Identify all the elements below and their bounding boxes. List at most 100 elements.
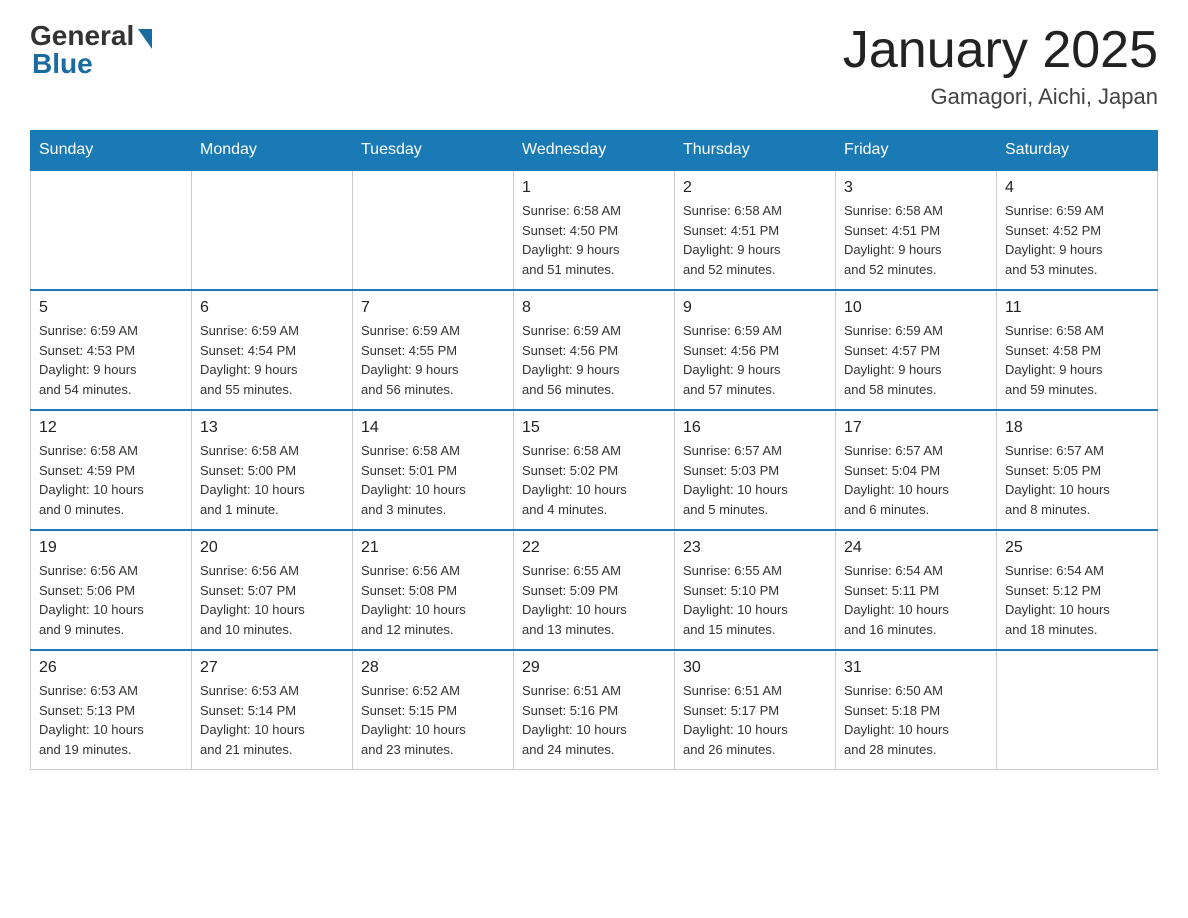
day-info: Sunrise: 6:59 AM Sunset: 4:55 PM Dayligh…	[361, 321, 505, 399]
calendar-cell: 24Sunrise: 6:54 AM Sunset: 5:11 PM Dayli…	[836, 530, 997, 650]
day-number: 13	[200, 419, 344, 437]
calendar-cell: 7 Sunrise: 6:59 AM Sunset: 4:55 PM Daylig…	[353, 290, 514, 410]
day-number: 27	[200, 659, 344, 677]
day-info: Sunrise: 6:57 AM Sunset: 5:05 PM Dayligh…	[1005, 441, 1149, 519]
calendar-cell: 10Sunrise: 6:59 AM Sunset: 4:57 PM Dayli…	[836, 290, 997, 410]
day-info: Sunrise: 6:53 AM Sunset: 5:13 PM Dayligh…	[39, 681, 183, 759]
calendar-cell: 8 Sunrise: 6:59 AM Sunset: 4:56 PM Daylig…	[514, 290, 675, 410]
day-number: 17	[844, 419, 988, 437]
calendar-cell	[192, 170, 353, 290]
day-number: 20	[200, 539, 344, 557]
day-number: 2	[683, 179, 827, 197]
day-number: 6	[200, 299, 344, 317]
day-info: Sunrise: 6:58 AM Sunset: 5:01 PM Dayligh…	[361, 441, 505, 519]
day-info: Sunrise: 6:57 AM Sunset: 5:03 PM Dayligh…	[683, 441, 827, 519]
weekday-header-tuesday: Tuesday	[353, 131, 514, 171]
day-number: 30	[683, 659, 827, 677]
day-number: 23	[683, 539, 827, 557]
day-info: Sunrise: 6:53 AM Sunset: 5:14 PM Dayligh…	[200, 681, 344, 759]
day-info: Sunrise: 6:56 AM Sunset: 5:08 PM Dayligh…	[361, 561, 505, 639]
calendar-cell: 27 Sunrise: 6:53 AM Sunset: 5:14 PM Dayli…	[192, 650, 353, 770]
day-info: Sunrise: 6:56 AM Sunset: 5:07 PM Dayligh…	[200, 561, 344, 639]
calendar-cell: 12 Sunrise: 6:58 AM Sunset: 4:59 PM Dayli…	[31, 410, 192, 530]
day-number: 14	[361, 419, 505, 437]
day-info: Sunrise: 6:58 AM Sunset: 5:00 PM Dayligh…	[200, 441, 344, 519]
day-number: 21	[361, 539, 505, 557]
day-info: Sunrise: 6:55 AM Sunset: 5:09 PM Dayligh…	[522, 561, 666, 639]
title-block: January 2025 Gamagori, Aichi, Japan	[843, 20, 1158, 110]
calendar-cell: 6Sunrise: 6:59 AM Sunset: 4:54 PM Daylig…	[192, 290, 353, 410]
weekday-header-monday: Monday	[192, 131, 353, 171]
calendar-cell: 3Sunrise: 6:58 AM Sunset: 4:51 PM Daylig…	[836, 170, 997, 290]
weekday-header-thursday: Thursday	[675, 131, 836, 171]
logo-blue-text: Blue	[30, 48, 93, 80]
calendar-week-row: 26Sunrise: 6:53 AM Sunset: 5:13 PM Dayli…	[31, 650, 1158, 770]
day-info: Sunrise: 6:58 AM Sunset: 4:58 PM Dayligh…	[1005, 321, 1149, 399]
day-number: 29	[522, 659, 666, 677]
calendar-cell: 18Sunrise: 6:57 AM Sunset: 5:05 PM Dayli…	[997, 410, 1158, 530]
day-info: Sunrise: 6:52 AM Sunset: 5:15 PM Dayligh…	[361, 681, 505, 759]
day-info: Sunrise: 6:59 AM Sunset: 4:56 PM Dayligh…	[683, 321, 827, 399]
calendar-cell: 5Sunrise: 6:59 AM Sunset: 4:53 PM Daylig…	[31, 290, 192, 410]
calendar-cell: 21 Sunrise: 6:56 AM Sunset: 5:08 PM Dayli…	[353, 530, 514, 650]
day-info: Sunrise: 6:59 AM Sunset: 4:57 PM Dayligh…	[844, 321, 988, 399]
calendar-cell: 31 Sunrise: 6:50 AM Sunset: 5:18 PM Dayli…	[836, 650, 997, 770]
day-info: Sunrise: 6:59 AM Sunset: 4:53 PM Dayligh…	[39, 321, 183, 399]
day-info: Sunrise: 6:58 AM Sunset: 5:02 PM Dayligh…	[522, 441, 666, 519]
day-info: Sunrise: 6:51 AM Sunset: 5:16 PM Dayligh…	[522, 681, 666, 759]
day-info: Sunrise: 6:54 AM Sunset: 5:12 PM Dayligh…	[1005, 561, 1149, 639]
day-info: Sunrise: 6:56 AM Sunset: 5:06 PM Dayligh…	[39, 561, 183, 639]
calendar-cell: 15Sunrise: 6:58 AM Sunset: 5:02 PM Dayli…	[514, 410, 675, 530]
day-info: Sunrise: 6:58 AM Sunset: 4:51 PM Dayligh…	[844, 201, 988, 279]
day-number: 1	[522, 179, 666, 197]
day-number: 7	[361, 299, 505, 317]
day-number: 25	[1005, 539, 1149, 557]
calendar-week-row: 12 Sunrise: 6:58 AM Sunset: 4:59 PM Dayli…	[31, 410, 1158, 530]
month-title: January 2025	[843, 20, 1158, 80]
calendar-cell: 2 Sunrise: 6:58 AM Sunset: 4:51 PM Daylig…	[675, 170, 836, 290]
calendar-cell: 25 Sunrise: 6:54 AM Sunset: 5:12 PM Dayli…	[997, 530, 1158, 650]
logo: General Blue	[30, 20, 152, 80]
day-number: 9	[683, 299, 827, 317]
day-number: 8	[522, 299, 666, 317]
calendar-week-row: 5Sunrise: 6:59 AM Sunset: 4:53 PM Daylig…	[31, 290, 1158, 410]
day-number: 22	[522, 539, 666, 557]
calendar-cell: 26Sunrise: 6:53 AM Sunset: 5:13 PM Dayli…	[31, 650, 192, 770]
calendar-cell: 29 Sunrise: 6:51 AM Sunset: 5:16 PM Dayli…	[514, 650, 675, 770]
day-number: 12	[39, 419, 183, 437]
day-number: 28	[361, 659, 505, 677]
day-info: Sunrise: 6:59 AM Sunset: 4:56 PM Dayligh…	[522, 321, 666, 399]
calendar-cell: 4Sunrise: 6:59 AM Sunset: 4:52 PM Daylig…	[997, 170, 1158, 290]
page-header: General Blue January 2025 Gamagori, Aich…	[30, 20, 1158, 110]
day-number: 16	[683, 419, 827, 437]
calendar-cell: 1 Sunrise: 6:58 AM Sunset: 4:50 PM Daylig…	[514, 170, 675, 290]
weekday-header-friday: Friday	[836, 131, 997, 171]
weekday-header-saturday: Saturday	[997, 131, 1158, 171]
weekday-header-wednesday: Wednesday	[514, 131, 675, 171]
day-info: Sunrise: 6:58 AM Sunset: 4:50 PM Dayligh…	[522, 201, 666, 279]
weekday-header-row: SundayMondayTuesdayWednesdayThursdayFrid…	[31, 131, 1158, 171]
calendar-body: 1 Sunrise: 6:58 AM Sunset: 4:50 PM Daylig…	[31, 170, 1158, 770]
calendar-week-row: 1 Sunrise: 6:58 AM Sunset: 4:50 PM Daylig…	[31, 170, 1158, 290]
calendar-cell: 11Sunrise: 6:58 AM Sunset: 4:58 PM Dayli…	[997, 290, 1158, 410]
day-info: Sunrise: 6:57 AM Sunset: 5:04 PM Dayligh…	[844, 441, 988, 519]
weekday-header-sunday: Sunday	[31, 131, 192, 171]
calendar-cell: 28 Sunrise: 6:52 AM Sunset: 5:15 PM Dayli…	[353, 650, 514, 770]
day-info: Sunrise: 6:58 AM Sunset: 4:51 PM Dayligh…	[683, 201, 827, 279]
day-info: Sunrise: 6:50 AM Sunset: 5:18 PM Dayligh…	[844, 681, 988, 759]
day-info: Sunrise: 6:58 AM Sunset: 4:59 PM Dayligh…	[39, 441, 183, 519]
day-number: 31	[844, 659, 988, 677]
calendar-cell	[31, 170, 192, 290]
calendar-cell: 16 Sunrise: 6:57 AM Sunset: 5:03 PM Dayli…	[675, 410, 836, 530]
calendar-cell: 23Sunrise: 6:55 AM Sunset: 5:10 PM Dayli…	[675, 530, 836, 650]
calendar-cell: 22 Sunrise: 6:55 AM Sunset: 5:09 PM Dayli…	[514, 530, 675, 650]
day-number: 19	[39, 539, 183, 557]
calendar-cell	[353, 170, 514, 290]
location-text: Gamagori, Aichi, Japan	[843, 84, 1158, 110]
calendar-cell: 20 Sunrise: 6:56 AM Sunset: 5:07 PM Dayli…	[192, 530, 353, 650]
calendar-week-row: 19 Sunrise: 6:56 AM Sunset: 5:06 PM Dayli…	[31, 530, 1158, 650]
calendar-table: SundayMondayTuesdayWednesdayThursdayFrid…	[30, 130, 1158, 770]
calendar-cell: 13 Sunrise: 6:58 AM Sunset: 5:00 PM Dayli…	[192, 410, 353, 530]
day-number: 24	[844, 539, 988, 557]
calendar-header: SundayMondayTuesdayWednesdayThursdayFrid…	[31, 131, 1158, 171]
